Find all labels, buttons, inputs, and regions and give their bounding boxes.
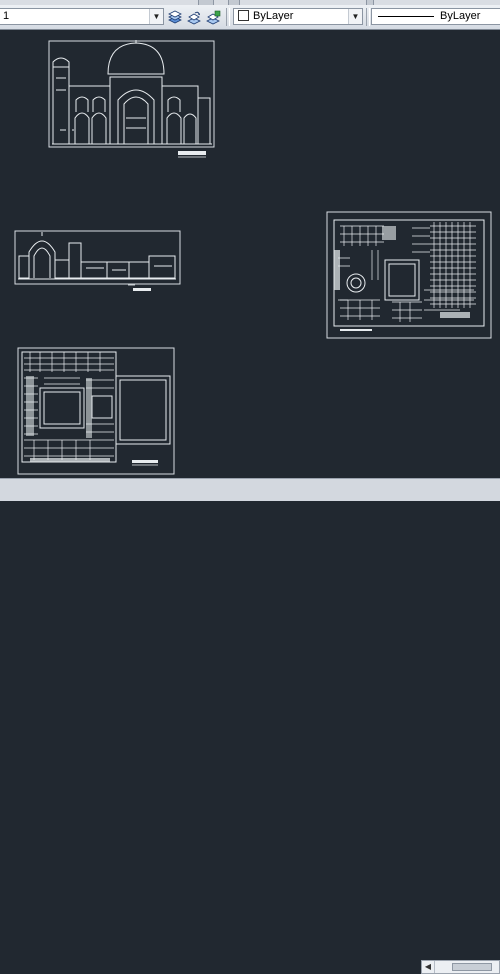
scroll-left-icon[interactable]: ◀: [422, 961, 435, 973]
chevron-down-icon[interactable]: ▼: [348, 9, 362, 24]
toolbar-separator: [226, 8, 230, 26]
color-swatch: [238, 9, 249, 21]
chevron-down-icon[interactable]: ▼: [149, 9, 163, 24]
toolbar-separator: [366, 8, 370, 26]
floor-plan-right[interactable]: [326, 211, 492, 339]
linetype-dropdown-value: ByLayer: [440, 10, 481, 22]
layer-states-icon[interactable]: [167, 10, 183, 25]
section-drawing[interactable]: [14, 230, 181, 291]
status-bar: ◀: [0, 478, 500, 974]
layer-dropdown-value: 1: [3, 10, 10, 22]
elevation-drawing[interactable]: [48, 40, 215, 158]
scrollbar-thumb[interactable]: [452, 963, 492, 971]
linetype-preview: [378, 15, 434, 17]
make-current-icon[interactable]: [205, 10, 221, 25]
color-dropdown[interactable]: ByLayer ▼: [233, 8, 363, 25]
linetype-dropdown[interactable]: ByLayer: [371, 8, 500, 25]
properties-toolbar: 1 ▼ ByLayer ▼ ByLayer: [0, 5, 500, 30]
floor-plan-bottom[interactable]: [17, 347, 175, 475]
horizontal-scrollbar[interactable]: ◀: [421, 960, 500, 974]
layer-previous-icon[interactable]: [186, 10, 202, 25]
drawing-canvas[interactable]: [0, 30, 500, 478]
layer-dropdown[interactable]: 1 ▼: [0, 8, 164, 25]
color-dropdown-value: ByLayer: [253, 10, 294, 22]
